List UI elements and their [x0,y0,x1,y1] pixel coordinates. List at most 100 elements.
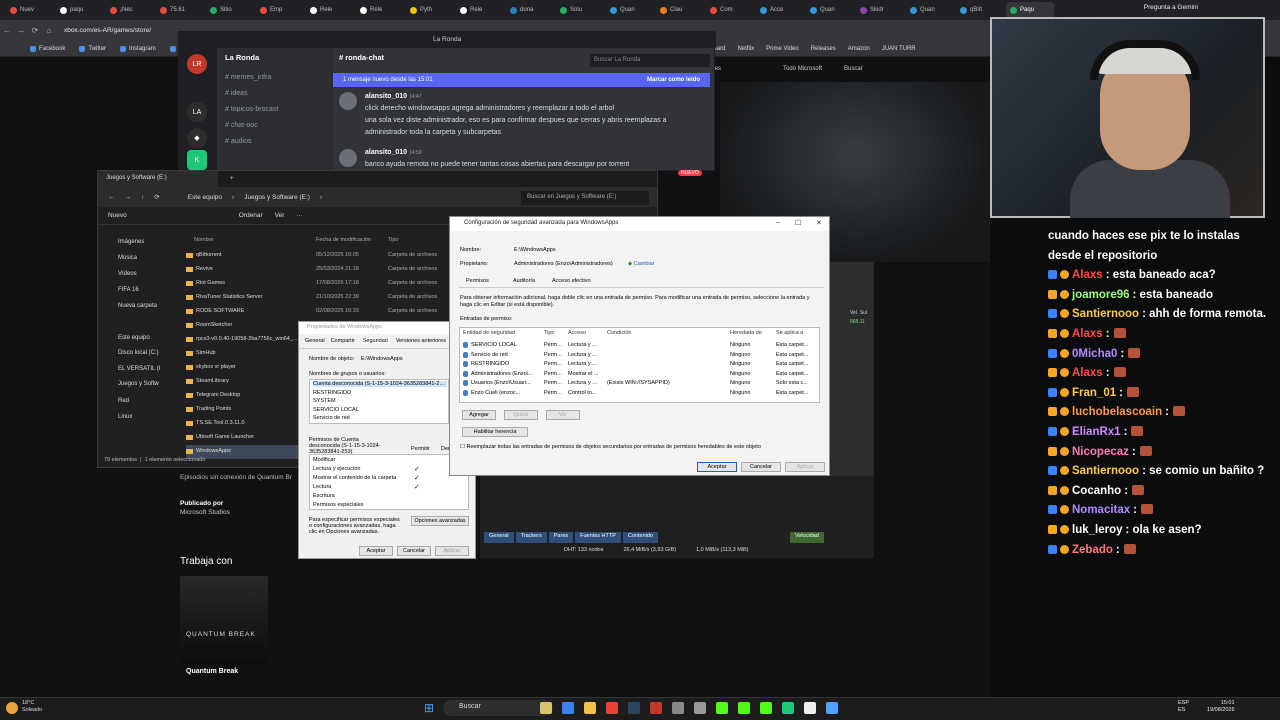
browser-tab[interactable]: Pyth [406,2,454,18]
chat-username[interactable]: Alaxs [1072,328,1103,340]
browser-tab[interactable]: qBitt [956,2,1004,18]
sort-button[interactable]: Ordenar [239,212,263,219]
chat-username[interactable]: Alaxs [1072,367,1103,379]
column-header[interactable]: Fecha de modificación [316,237,371,243]
cancel-button[interactable]: Cancelar [397,546,431,556]
nav-item[interactable]: FIFA 16 [118,287,139,293]
server-icon[interactable]: LA [187,102,207,122]
server-icon[interactable]: ◆ [187,128,207,148]
taskbar-app-icon[interactable] [782,702,794,714]
column-header[interactable]: Entidad de seguridad [463,330,515,336]
enable-inheritance-button[interactable]: Habilitar herencia [462,427,528,437]
browser-tab[interactable]: Nuev [6,2,54,18]
channel-item[interactable]: # ideas [225,90,248,97]
browser-tab[interactable]: paqu [56,2,104,18]
advanced-options-button[interactable]: Opciones avanzadas [411,516,469,526]
game-card-title[interactable]: Quantum Break [186,668,238,675]
start-icon[interactable]: ⊞ [424,702,436,714]
bookmark[interactable]: Netflix [737,46,754,52]
taskbar-app-icon[interactable] [804,702,816,714]
browser-tab[interactable]: dona [506,2,554,18]
bookmark[interactable]: Instagram [120,45,156,52]
server-name[interactable]: La Ronda [225,53,259,62]
chat-username[interactable]: 0Micha0 [1072,348,1117,360]
browser-tab[interactable]: Rele [306,2,354,18]
chat-username[interactable]: Santiernooo [1072,308,1139,320]
language-indicator[interactable]: ESP ES [1178,700,1189,714]
nav-item[interactable]: Disco local (C:) [118,350,159,356]
permission-entry[interactable]: RESTRINGIDO Perm... Lectura y ... Ninguno Es… [460,360,819,369]
nav-item[interactable]: Linux [118,414,132,420]
torrent-tab[interactable]: General [484,532,514,543]
browser-tab[interactable]: Solu [556,2,604,18]
file-row[interactable]: Riot Games 17/08/2026 17:18 Carpeta de arc… [186,277,456,291]
file-row[interactable]: RODE SOFTWARE 02/08/2025 16:33 Carpeta de … [186,305,456,319]
channel-item[interactable]: # audios [225,138,251,145]
new-messages-bar[interactable]: 1 mensaje nuevo desde las 15:01 Marcar c… [333,73,710,87]
gemini-button[interactable]: Pregunta a Gemini [1144,4,1198,11]
column-header[interactable]: Heredada de [730,330,762,336]
bookmark[interactable]: Releases [811,46,836,52]
browser-tab[interactable]: Quan [806,2,854,18]
column-header[interactable]: Tipo [544,330,555,336]
nav-item[interactable]: Juegos y Softw [118,381,159,387]
nav-item[interactable]: Música [118,255,137,261]
props-tab[interactable]: General [305,338,325,344]
breadcrumb-item[interactable]: Este equipo [188,194,222,201]
chat-username[interactable]: Zebado [1072,544,1113,556]
remove-button[interactable]: Quitar [504,410,538,420]
nav-link[interactable]: Todo Microsoft [783,66,822,82]
props-tab[interactable]: Seguridad [360,338,390,344]
column-header[interactable]: Se aplica a [776,330,803,336]
view-button[interactable]: Ver [546,410,580,420]
new-button[interactable]: Nuevo [108,212,127,219]
channel-item[interactable]: # topicos-brocast [225,106,278,113]
column-header[interactable]: Nombre [194,237,214,243]
nav-item[interactable]: Red [118,398,129,404]
chat-username[interactable]: joamore96 [1072,289,1130,301]
message-author[interactable]: alansito_010 [365,93,407,100]
permission-entry[interactable]: Servicio de red Perm... Lectura y ... Ningu… [460,351,819,360]
taskbar-search[interactable]: Buscar [443,700,553,716]
torrent-tab[interactable]: Contenido [622,532,658,543]
nav-item[interactable]: Imágenes [118,239,144,245]
taskbar-app-icon[interactable] [716,702,728,714]
torrent-tab[interactable]: Pares [548,532,574,543]
chat-username[interactable]: Santiernooo [1072,465,1139,477]
explorer-tab[interactable]: Juegos y Software (E:) [98,171,218,187]
permission-entry[interactable]: SERVICIO LOCAL Perm... Lectura y ... Ningun… [460,341,819,350]
apply-button[interactable]: Aplicar [785,462,825,472]
group-item[interactable]: SYSTEM [313,398,447,404]
chat-username[interactable]: Nomacitax [1072,504,1130,516]
add-button[interactable]: Agregar [462,410,496,420]
chat-username[interactable]: Fran_01 [1072,387,1116,399]
tab-audit[interactable]: Auditoría [513,278,535,284]
breadcrumb-item[interactable]: Juegos y Software (E:) [244,194,310,201]
refresh-icon[interactable]: ⟳ [154,193,159,201]
nav-item[interactable]: Vídeos [118,271,137,277]
torrent-tab[interactable]: Velocidad [789,532,824,543]
props-tab[interactable]: Compartir [331,338,355,344]
group-item[interactable]: SERVICIO LOCAL [313,407,447,413]
browser-tab[interactable]: Acce [756,2,804,18]
browser-tab[interactable]: Sitio [206,2,254,18]
bookmark[interactable]: Prime Video [766,46,799,52]
group-item[interactable]: Servicio de red [313,415,447,421]
chat-username[interactable]: Cocanho [1072,485,1121,497]
cancel-button[interactable]: Cancelar [741,462,781,472]
column-header[interactable]: Tipo [388,237,399,243]
props-tab[interactable]: Versiones anteriores [396,338,446,344]
chat-username[interactable]: luchobelascoain [1072,406,1162,418]
taskbar-app-icon[interactable] [584,702,596,714]
browser-tab[interactable]: Paqu [1006,2,1054,18]
bookmark[interactable]: Amazon [848,46,870,52]
nav-item[interactable]: Nueva carpeta [118,303,157,309]
taskbar-app-icon[interactable] [540,702,552,714]
permission-entry[interactable]: Administradores (Enzo\... Perm... Mostrar … [460,370,819,379]
home-icon[interactable]: ⌂ [42,26,56,35]
channel-item[interactable]: # chat-ooc [225,122,258,129]
taskbar-app-icon[interactable] [826,702,838,714]
group-item[interactable]: Cuenta desconocida (S-1-15-3-1024-363528… [313,381,447,387]
column-header[interactable]: Condición [607,330,631,336]
chat-username[interactable]: Nicopecaz [1072,446,1129,458]
